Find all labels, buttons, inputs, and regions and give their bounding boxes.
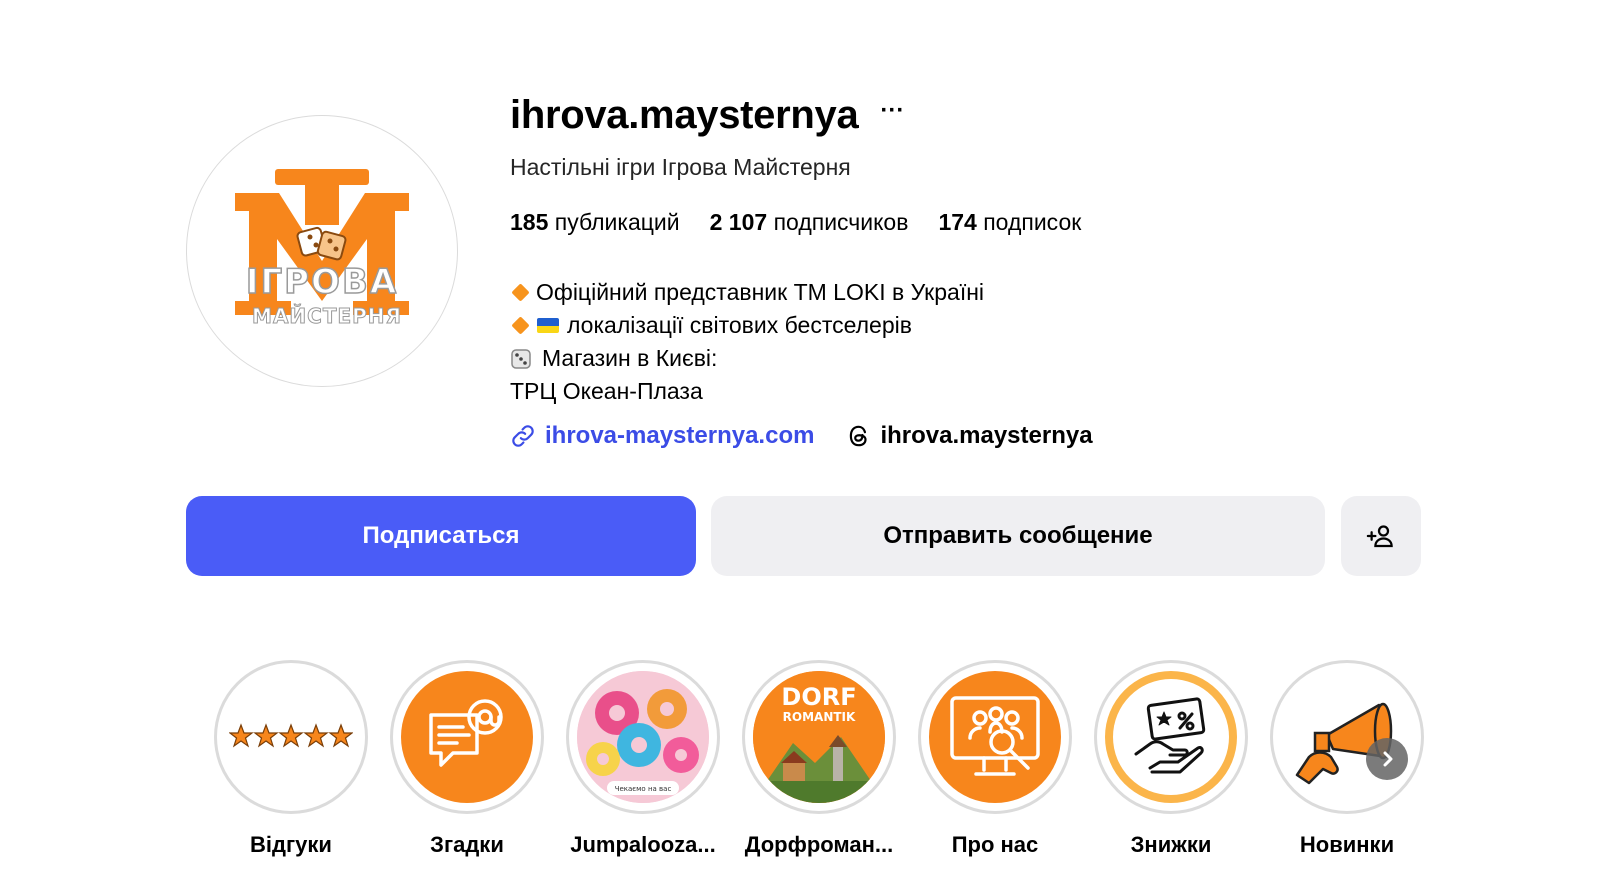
threads-link-text: ihrova.maysternya [880, 422, 1093, 449]
profile-links: ihrova-maysternya.com ihrova.maysternya [510, 422, 1310, 450]
profile-username: ihrova.maysternya [510, 92, 859, 137]
add-user-icon [1366, 525, 1393, 548]
highlight-label: Про нас [951, 832, 1039, 857]
threads-icon [850, 425, 868, 447]
highlight-cover [401, 671, 533, 803]
bio-line: ТРЦ Океан-Плаза [510, 375, 1310, 408]
profile-stats: 185 публикаций 2 107 подписчиков 174 под… [510, 209, 1310, 236]
bio-line-4: ТРЦ Океан-Плаза [510, 378, 703, 404]
highlight-ring [1094, 660, 1248, 814]
highlight-ring [918, 660, 1072, 814]
highlight-ring: Чекаємо на вас [566, 660, 720, 814]
followers-stat[interactable]: 2 107 подписчиков [710, 209, 909, 236]
highlight-ring [1270, 660, 1424, 814]
orange-diamond-icon [511, 316, 530, 335]
bio-line: Магазин в Києві: [510, 342, 1310, 375]
website-link-text: ihrova-maysternya.com [545, 422, 815, 449]
profile-avatar[interactable]: ІГРОВА МАЙСТЕРНЯ [186, 115, 458, 387]
dorf-subtitle: ROMANTIK [783, 710, 856, 724]
highlight-cover [225, 671, 357, 803]
discount-icon-bg [1113, 679, 1229, 795]
donuts-caption: Чекаємо на вас [615, 785, 672, 793]
website-link[interactable]: ihrova-maysternya.com [510, 422, 814, 450]
followers-count: 2 107 [709, 209, 768, 235]
dorfromantik-cover: DORF ROMANTIK [753, 671, 885, 803]
highlight-label: Згадки [430, 832, 504, 857]
profile-full-name: Настільні ігри Ігрова Майстерня [510, 154, 851, 180]
highlights-next-button[interactable] [1366, 738, 1408, 780]
five-stars-icon [229, 723, 353, 748]
posts-label: публикаций [554, 209, 680, 235]
threads-link[interactable]: ihrova.maysternya [846, 422, 1093, 450]
following-stat[interactable]: 174 подписок [938, 209, 1081, 236]
bio-line-1: Офіційний представник ТМ LOKI в Україні [536, 279, 985, 305]
bio-line: локалізації світових бестселерів [510, 309, 1310, 342]
chat-mention-icon [429, 699, 503, 767]
dorf-title: DORF [781, 683, 856, 711]
brand-logo: ІГРОВА МАЙСТЕРНЯ [235, 169, 409, 329]
username-row: ihrova.maysternya ··· [510, 86, 1310, 144]
die-icon [511, 348, 531, 369]
orange-diamond-icon [511, 283, 530, 302]
highlight-label: Новинки [1299, 832, 1395, 857]
send-message-button[interactable]: Отправить сообщение [711, 496, 1325, 576]
highlight-label: Знижки [1130, 832, 1212, 857]
follow-button[interactable]: Подписаться [186, 496, 696, 576]
bio-line-3: Магазин в Києві: [542, 345, 718, 371]
story-highlights: Відгуки Згадки Чекаємо на вас Jumpalooza… [211, 660, 1424, 860]
highlight-cover: Чекаємо на вас [577, 671, 709, 803]
highlight-cover [1281, 671, 1413, 803]
highlight-ring [214, 660, 368, 814]
more-options-button[interactable]: ··· [880, 99, 904, 131]
highlight-label: Jumpalooza... [570, 832, 716, 857]
discount-hand-icon [1134, 697, 1206, 774]
team-search-icon [950, 696, 1040, 776]
donuts-photo: Чекаємо на вас [577, 671, 709, 803]
highlight-cover [929, 671, 1061, 803]
highlight-cover: DORF ROMANTIK [753, 671, 885, 803]
bio-line-2: локалізації світових бестселерів [567, 312, 912, 338]
following-count: 174 [938, 209, 977, 235]
highlight-ring: DORF ROMANTIK [742, 660, 896, 814]
bio-line: Офіційний представник ТМ LOKI в Україні [510, 276, 1310, 309]
suggest-users-button[interactable] [1341, 496, 1421, 576]
followers-label: подписчиков [773, 209, 909, 235]
profile-info: ihrova.maysternya ··· Настільні ігри Ігр… [510, 86, 1310, 450]
highlight-label: Дорфроман... [744, 832, 894, 857]
profile-bio: Офіційний представник ТМ LOKI в Україні … [510, 276, 1310, 408]
ukraine-flag-icon [537, 318, 559, 333]
highlight-ring [390, 660, 544, 814]
posts-count: 185 [510, 209, 549, 235]
chevron-right-icon [1383, 751, 1393, 767]
link-icon [512, 425, 534, 447]
highlight-label: Відгуки [250, 832, 332, 857]
logo-text-bottom: МАЙСТЕРНЯ [252, 304, 402, 328]
following-label: подписок [983, 209, 1082, 235]
highlight-cover [1105, 671, 1237, 803]
logo-text-top: ІГРОВА [246, 262, 398, 302]
posts-stat: 185 публикаций [510, 209, 680, 236]
